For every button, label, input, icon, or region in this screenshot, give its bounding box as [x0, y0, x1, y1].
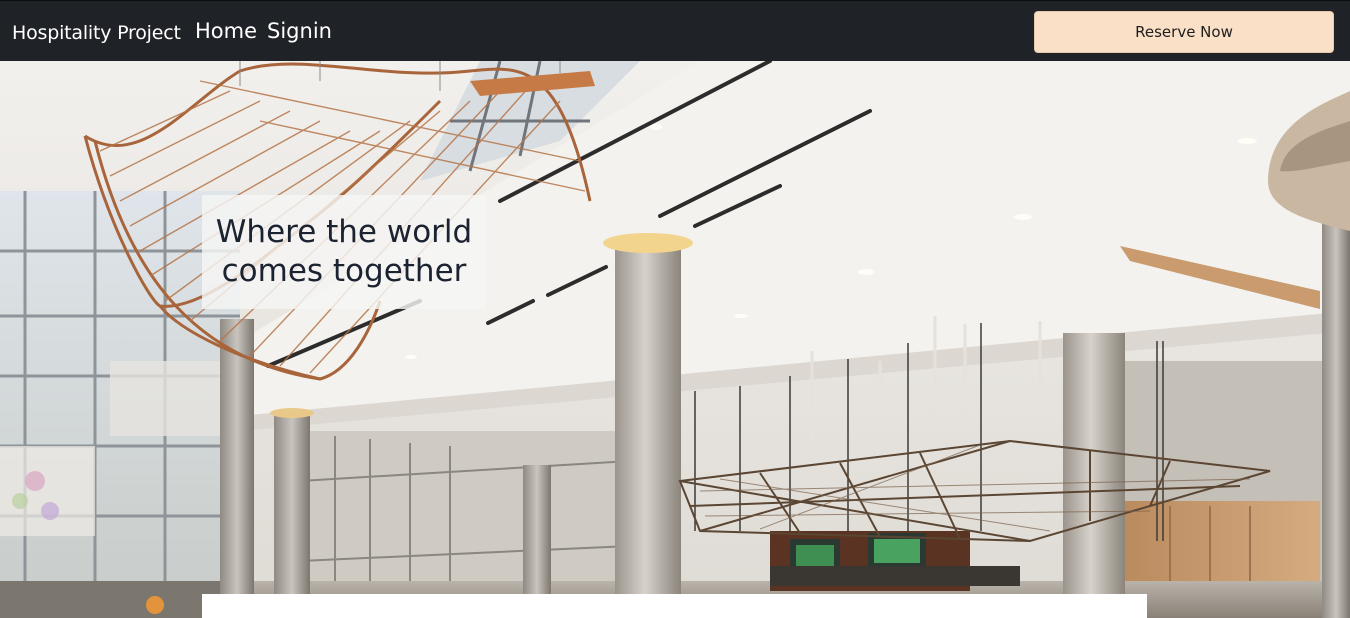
nav-links: Home Signin: [195, 18, 332, 44]
tagline-box: Where the world comes together: [202, 195, 486, 309]
reserve-now-button[interactable]: Reserve Now: [1034, 11, 1334, 53]
top-navbar: Hospitality Project Home Signin Reserve …: [0, 0, 1350, 61]
brand-title[interactable]: Hospitality Project: [12, 21, 181, 45]
content-panel-top-edge: [202, 594, 1147, 618]
hero-tagline: Where the world comes together: [215, 214, 473, 289]
hero-lobby-image: [0, 61, 1350, 618]
hero-section: Where the world comes together: [0, 61, 1350, 618]
nav-link-home[interactable]: Home: [195, 18, 257, 44]
nav-link-signin[interactable]: Signin: [267, 18, 332, 44]
